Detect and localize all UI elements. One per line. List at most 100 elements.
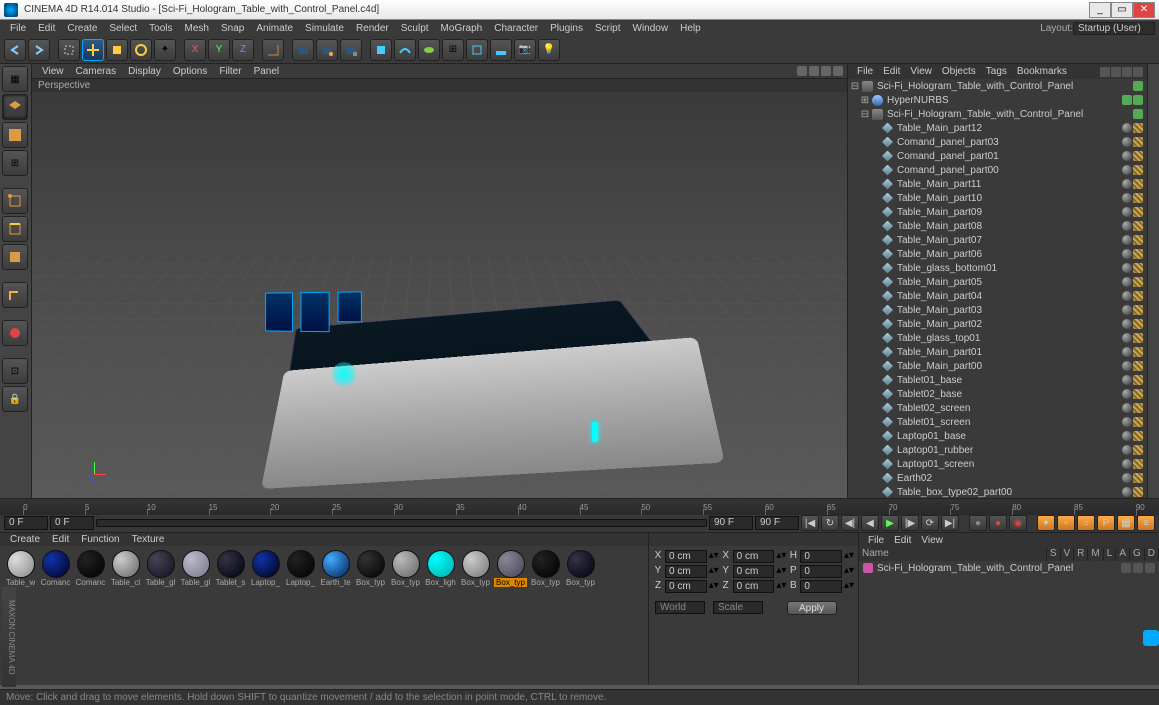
uv-tag[interactable] xyxy=(1133,235,1143,245)
mat-tag[interactable] xyxy=(1122,389,1132,399)
viewport-solo[interactable] xyxy=(2,320,28,346)
menu-create[interactable]: Create xyxy=(61,23,103,34)
obj-row[interactable]: Laptop01_rubber xyxy=(848,443,1147,457)
menu-animate[interactable]: Animate xyxy=(250,23,299,34)
add-nurbs[interactable] xyxy=(418,39,440,61)
obj-row[interactable]: Table_Main_part02 xyxy=(848,317,1147,331)
mat-tag[interactable] xyxy=(1122,179,1132,189)
attr-header[interactable]: V xyxy=(1061,548,1075,561)
add-camera[interactable]: 📷 xyxy=(514,39,536,61)
right-tab-strip[interactable] xyxy=(1147,64,1159,498)
tl-options[interactable]: ≡ xyxy=(1137,515,1155,531)
redo-button[interactable] xyxy=(28,39,50,61)
fld-sy[interactable]: 0 cm xyxy=(733,565,775,578)
uv-tag[interactable] xyxy=(1133,263,1143,273)
obj-row[interactable]: Comand_panel_part01 xyxy=(848,149,1147,163)
filter-icon[interactable] xyxy=(1122,67,1132,77)
material-item[interactable]: Laptop_ xyxy=(284,550,317,587)
tl-record[interactable]: ● xyxy=(969,515,987,531)
mat-menu-function[interactable]: Function xyxy=(75,534,125,545)
timeline-ruler[interactable]: 051015202530354045505560657075808590 xyxy=(0,499,1159,515)
mat-menu-edit[interactable]: Edit xyxy=(46,534,75,545)
obj-row[interactable]: Table_Main_part05 xyxy=(848,275,1147,289)
obj-menu-edit[interactable]: Edit xyxy=(878,66,905,77)
material-grid[interactable]: Table_wComancComancTable_clTable_glTable… xyxy=(0,546,648,685)
obj-row[interactable]: Comand_panel_part00 xyxy=(848,163,1147,177)
uv-tag[interactable] xyxy=(1133,389,1143,399)
expander-icon[interactable]: ⊟ xyxy=(850,81,860,92)
uv-tag[interactable] xyxy=(1133,319,1143,329)
model-mode[interactable] xyxy=(2,94,28,120)
coord-mode-2[interactable]: Scale xyxy=(713,601,763,614)
vis-tag[interactable] xyxy=(1133,109,1143,119)
vp-zoom-icon[interactable] xyxy=(809,66,819,76)
mat-tag[interactable] xyxy=(1122,333,1132,343)
material-item[interactable]: Box_typ xyxy=(494,550,527,587)
obj-row[interactable]: Table_glass_top01 xyxy=(848,331,1147,345)
uv-tag[interactable] xyxy=(1133,277,1143,287)
menu-file[interactable]: File xyxy=(4,23,32,34)
obj-row[interactable]: Table_Main_part01 xyxy=(848,345,1147,359)
texture-mode[interactable] xyxy=(2,122,28,148)
attr-header[interactable]: M xyxy=(1088,548,1103,561)
search-icon[interactable] xyxy=(1100,67,1110,77)
uv-tag[interactable] xyxy=(1133,473,1143,483)
add-array[interactable]: ⊞ xyxy=(442,39,464,61)
tl-autokey[interactable]: ● xyxy=(989,515,1007,531)
mat-tag[interactable] xyxy=(1122,221,1132,231)
axis-z-lock[interactable]: Z xyxy=(232,39,254,61)
menu-plugins[interactable]: Plugins xyxy=(544,23,589,34)
workplane-mode[interactable]: ⊞ xyxy=(2,150,28,176)
fld-px[interactable]: 0 cm xyxy=(665,550,707,563)
mat-tag[interactable] xyxy=(1122,445,1132,455)
attr-menu-file[interactable]: File xyxy=(863,535,889,546)
minimize-button[interactable]: _ xyxy=(1089,2,1111,18)
uv-tag[interactable] xyxy=(1133,445,1143,455)
tl-rot-key[interactable]: ○ xyxy=(1077,515,1095,531)
vp-menu-filter[interactable]: Filter xyxy=(213,66,247,77)
uv-tag[interactable] xyxy=(1133,179,1143,189)
uv-tag[interactable] xyxy=(1133,165,1143,175)
menu-mograph[interactable]: MoGraph xyxy=(435,23,489,34)
vp-menu-panel[interactable]: Panel xyxy=(248,66,286,77)
snap-settings[interactable]: 🔒 xyxy=(2,386,28,412)
attr-header[interactable]: R xyxy=(1074,548,1088,561)
expander-icon[interactable]: ⊟ xyxy=(860,109,870,120)
obj-row[interactable]: Table_Main_part06 xyxy=(848,247,1147,261)
material-item[interactable]: Comanc xyxy=(39,550,72,587)
at-s[interactable] xyxy=(1121,563,1131,573)
uv-tag[interactable] xyxy=(1133,403,1143,413)
uv-tag[interactable] xyxy=(1133,249,1143,259)
tl-current-field[interactable]: 0 F xyxy=(50,516,94,530)
expander-icon[interactable]: ⊞ xyxy=(860,95,870,106)
tl-pos-key[interactable]: ✦ xyxy=(1037,515,1055,531)
tl-pla-key[interactable]: ▦ xyxy=(1117,515,1135,531)
coord-mode-1[interactable]: World xyxy=(655,601,705,614)
axis-mode[interactable] xyxy=(2,282,28,308)
attr-header[interactable]: G xyxy=(1130,548,1145,561)
fld-b[interactable]: 0 xyxy=(800,580,842,593)
menu-snap[interactable]: Snap xyxy=(215,23,250,34)
uv-tag[interactable] xyxy=(1133,151,1143,161)
material-item[interactable]: Box_typ xyxy=(529,550,562,587)
obj-row[interactable]: Table_box_type02_part00 xyxy=(848,485,1147,498)
obj-row[interactable]: Laptop01_base xyxy=(848,429,1147,443)
material-item[interactable]: Box_typ xyxy=(459,550,492,587)
tl-cycle[interactable]: ⟳ xyxy=(921,515,939,531)
mat-tag[interactable] xyxy=(1122,347,1132,357)
add-spline[interactable] xyxy=(394,39,416,61)
obj-row[interactable]: Tablet01_screen xyxy=(848,415,1147,429)
material-item[interactable]: Box_typ xyxy=(564,550,597,587)
tl-prev-frame[interactable]: ◀| xyxy=(841,515,859,531)
material-item[interactable]: Laptop_ xyxy=(249,550,282,587)
vp-menu-options[interactable]: Options xyxy=(167,66,213,77)
render-view[interactable] xyxy=(292,39,314,61)
make-editable[interactable]: ▦ xyxy=(2,66,28,92)
edge-mode[interactable] xyxy=(2,216,28,242)
obj-row[interactable]: ⊟Sci-Fi_Hologram_Table_with_Control_Pane… xyxy=(848,107,1147,121)
fld-pz[interactable]: 0 cm xyxy=(665,580,707,593)
add-cube[interactable] xyxy=(370,39,392,61)
layout-select[interactable]: Startup (User) xyxy=(1073,22,1155,35)
tl-play[interactable]: ▶ xyxy=(881,515,899,531)
mat-tag[interactable] xyxy=(1122,361,1132,371)
